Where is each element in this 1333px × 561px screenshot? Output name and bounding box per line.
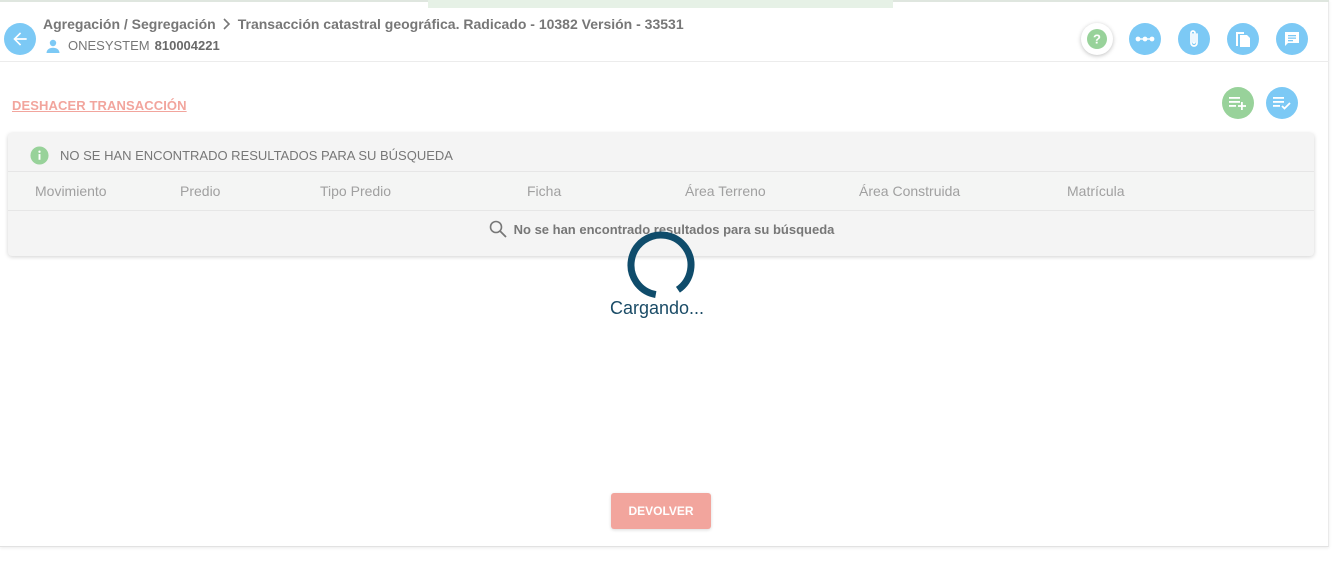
documents-button[interactable] <box>1227 23 1259 55</box>
column-header-tipo-predio[interactable]: Tipo Predio <box>320 183 391 199</box>
column-header-area-terreno[interactable]: Área Terreno <box>685 183 766 199</box>
column-header-matricula[interactable]: Matrícula <box>1067 183 1125 199</box>
column-header-movimiento[interactable]: Movimiento <box>35 183 107 199</box>
confirm-items-button[interactable] <box>1266 87 1298 119</box>
breadcrumb: Agregación / Segregación Transacción cat… <box>43 16 684 32</box>
search-icon <box>489 220 507 238</box>
chevron-right-icon <box>222 18 232 30</box>
undo-transaction-link[interactable]: DESHACER TRANSACCIÓN <box>12 98 187 113</box>
dots-icon <box>1135 36 1155 42</box>
loading-spinner <box>627 231 695 299</box>
loading-text: Cargando... <box>610 298 705 318</box>
back-button[interactable] <box>4 23 36 55</box>
progress-strip <box>428 0 893 8</box>
breadcrumb-current: Transacción catastral geográfica. Radica… <box>237 16 684 32</box>
header-divider <box>0 61 1329 62</box>
column-header-predio[interactable]: Predio <box>180 183 220 199</box>
return-button[interactable]: DEVOLVER <box>611 493 711 529</box>
paperclip-icon <box>1190 30 1198 47</box>
table-header: Movimiento Predio Tipo Predio Ficha Área… <box>8 171 1314 211</box>
column-header-ficha[interactable]: Ficha <box>527 183 561 199</box>
svg-text:?: ? <box>1093 32 1101 47</box>
attachments-button[interactable] <box>1178 23 1210 55</box>
user-info: ONESYSTEM 810004221 <box>45 38 220 53</box>
info-banner: NO SE HAN ENCONTRADO RESULTADOS PARA SU … <box>30 146 453 165</box>
help-button[interactable]: ? <box>1081 23 1113 55</box>
arrow-left-icon <box>13 32 27 46</box>
question-icon: ? <box>1087 29 1107 49</box>
app-frame: Agregación / Segregación Transacción cat… <box>0 0 1329 547</box>
add-item-button[interactable] <box>1222 87 1254 119</box>
workflow-button[interactable] <box>1129 23 1161 55</box>
notes-button[interactable] <box>1276 23 1308 55</box>
user-code: 810004221 <box>154 38 220 53</box>
info-icon <box>30 146 49 165</box>
user-icon <box>46 39 60 53</box>
message-icon <box>1285 32 1299 46</box>
breadcrumb-parent[interactable]: Agregación / Segregación <box>43 16 216 32</box>
document-icon <box>1236 32 1250 47</box>
info-message: NO SE HAN ENCONTRADO RESULTADOS PARA SU … <box>60 148 453 163</box>
column-header-area-construida[interactable]: Área Construida <box>859 183 960 199</box>
user-name: ONESYSTEM <box>68 38 150 53</box>
playlist-add-icon <box>1229 97 1246 110</box>
playlist-check-icon <box>1273 97 1291 110</box>
